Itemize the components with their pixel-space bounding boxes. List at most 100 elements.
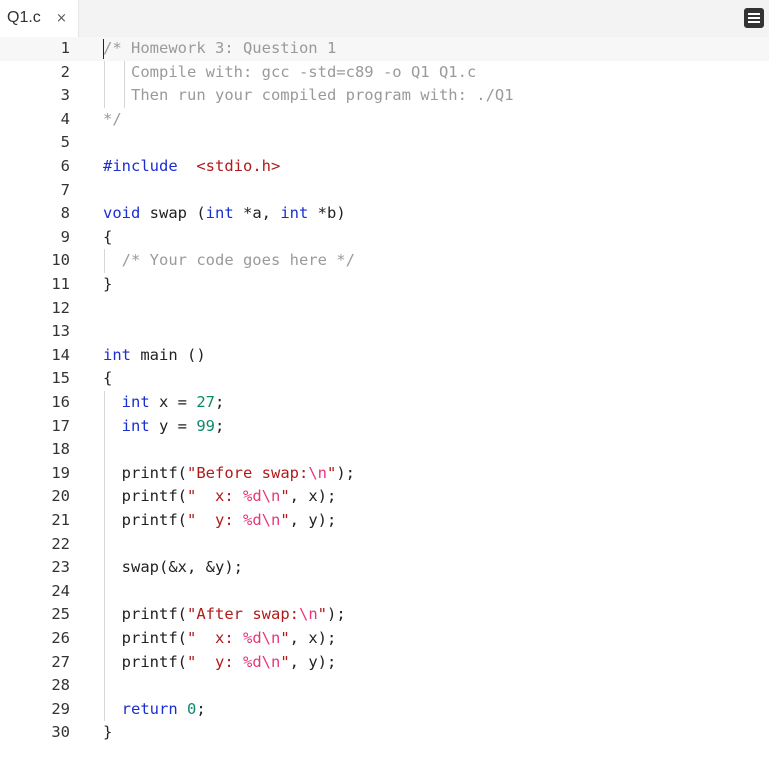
line-number: 28 (51, 676, 70, 695)
code-line[interactable]: 9{ (0, 226, 769, 250)
indent-guide (104, 438, 105, 462)
code-line[interactable]: 30} (0, 721, 769, 745)
code-token: int (103, 393, 150, 411)
code-line[interactable]: 21 printf(" y: %d\n", y); (0, 509, 769, 533)
code-line[interactable]: 20 printf(" x: %d\n", x); (0, 485, 769, 509)
code-token: 27 (196, 393, 216, 411)
code-token: " (317, 605, 327, 624)
code-text: printf(" y: %d\n", y); (103, 509, 337, 533)
tab-q1-c[interactable]: Q1.c × (0, 0, 79, 38)
line-number: 15 (51, 369, 70, 388)
code-token: , y); (289, 511, 337, 529)
line-number: 6 (60, 157, 70, 175)
code-text: printf(" x: %d\n", x); (103, 485, 337, 509)
code-token: " (327, 463, 337, 482)
code-editor[interactable]: 1 /* Homework 3: Question 1 2 Compile with… (0, 37, 769, 776)
line-number: 12 (51, 298, 70, 317)
code-line[interactable]: 8 void swap (int *a, int *b) (0, 202, 769, 226)
code-token: ); (327, 605, 346, 624)
code-line[interactable]: 3 Then run your compiled program with: .… (0, 84, 769, 108)
line-number: 4 (60, 109, 70, 128)
code-text: } (103, 721, 112, 745)
code-token: , x); (289, 629, 337, 647)
tab-label: Q1.c (7, 9, 41, 26)
code-line[interactable]: 25 printf("After swap:\n"); (0, 603, 769, 627)
line-number: 16 (51, 393, 70, 411)
code-token: \n (298, 605, 318, 624)
text-cursor (103, 39, 104, 59)
code-token: void (103, 204, 141, 223)
code-token: <stdio.h> (196, 157, 281, 175)
code-line[interactable]: 4 */ (0, 108, 769, 132)
code-text: printf("Before swap:\n"); (103, 462, 355, 486)
code-token: , x); (289, 487, 337, 506)
hamburger-menu-icon[interactable] (744, 8, 764, 28)
indent-guide (104, 532, 105, 557)
code-token: " (280, 629, 290, 647)
line-number: 14 (51, 345, 70, 364)
code-token: int (103, 345, 131, 364)
code-token: " (280, 652, 290, 671)
code-line[interactable]: 22 (0, 532, 769, 557)
code-line[interactable]: 16 int x = 27; (0, 391, 769, 415)
code-token: %d\n (243, 511, 281, 529)
line-number: 26 (51, 629, 70, 647)
code-token: " y: (187, 652, 243, 671)
code-text: printf("After swap:\n"); (103, 603, 346, 627)
code-line[interactable]: 29 return 0; (0, 697, 769, 722)
line-number: 29 (51, 699, 70, 718)
code-line[interactable]: 15 { (0, 367, 769, 391)
code-token: swap ( (140, 204, 206, 223)
code-token: " (280, 487, 290, 506)
code-text: } (103, 273, 112, 297)
code-text: /* Homework 3: Question 1 (103, 37, 336, 61)
code-line[interactable]: 24 (0, 579, 769, 604)
code-line[interactable]: 27 printf(" y: %d\n", y); (0, 650, 769, 675)
code-line[interactable]: 17 int y = 99; (0, 414, 769, 439)
line-number: 23 (51, 558, 70, 577)
code-token: Then run your compiled program with: ./Q… (103, 86, 514, 105)
code-token: printf( (103, 652, 187, 671)
code-token: , y); (289, 652, 337, 671)
code-token: x = (149, 393, 197, 411)
code-token: swap(&x, &y); (103, 558, 243, 577)
code-line[interactable]: 11} (0, 273, 769, 297)
close-icon[interactable]: × (56, 11, 67, 26)
code-line[interactable]: 1 /* Homework 3: Question 1 (0, 37, 769, 61)
code-token: int (280, 204, 309, 223)
code-line[interactable]: 23 swap(&x, &y); (0, 556, 769, 580)
code-token: printf( (103, 605, 187, 624)
code-line[interactable]: 14 int main () (0, 344, 769, 368)
line-number: 27 (51, 652, 70, 671)
line-number: 25 (51, 605, 70, 624)
code-line[interactable]: 5 (0, 131, 769, 155)
code-line[interactable]: 2 Compile with: gcc -std=c89 -o Q1 Q1.c (0, 60, 769, 85)
code-line[interactable]: 26 printf(" x: %d\n", x); (0, 627, 769, 651)
code-token: main () (131, 345, 206, 364)
code-token: printf( (103, 487, 187, 506)
code-token: %d\n (243, 652, 281, 671)
code-line[interactable]: 19 printf("Before swap:\n"); (0, 461, 769, 486)
code-token: printf( (103, 463, 187, 482)
code-line[interactable]: 10 /* Your code goes here */ (0, 249, 769, 273)
code-token: %d\n (243, 487, 281, 506)
code-text: Then run your compiled program with: ./Q… (103, 84, 514, 108)
code-line[interactable]: 18 (0, 438, 769, 462)
code-line[interactable]: 12 (0, 297, 769, 321)
tab-bar: Q1.c × (0, 0, 769, 38)
code-token: *b) (308, 204, 346, 223)
code-text: Compile with: gcc -std=c89 -o Q1 Q1.c (103, 61, 476, 85)
code-token: " (280, 511, 290, 529)
code-token: Compile with: gcc -std=c89 -o Q1 Q1.c (103, 62, 477, 81)
code-text: #include <stdio.h> (103, 155, 280, 179)
code-token: %d\n (243, 629, 281, 647)
code-text: printf(" x: %d\n", x); (103, 627, 337, 651)
code-line[interactable]: 28 (0, 674, 769, 698)
line-number: 20 (51, 487, 70, 506)
code-token: } (103, 723, 113, 742)
code-line[interactable]: 7 (0, 179, 769, 203)
code-token: 99 (196, 416, 216, 435)
code-text: { (103, 226, 112, 250)
code-line[interactable]: 13 (0, 320, 769, 344)
code-line[interactable]: 6 #include <stdio.h> (0, 155, 769, 179)
